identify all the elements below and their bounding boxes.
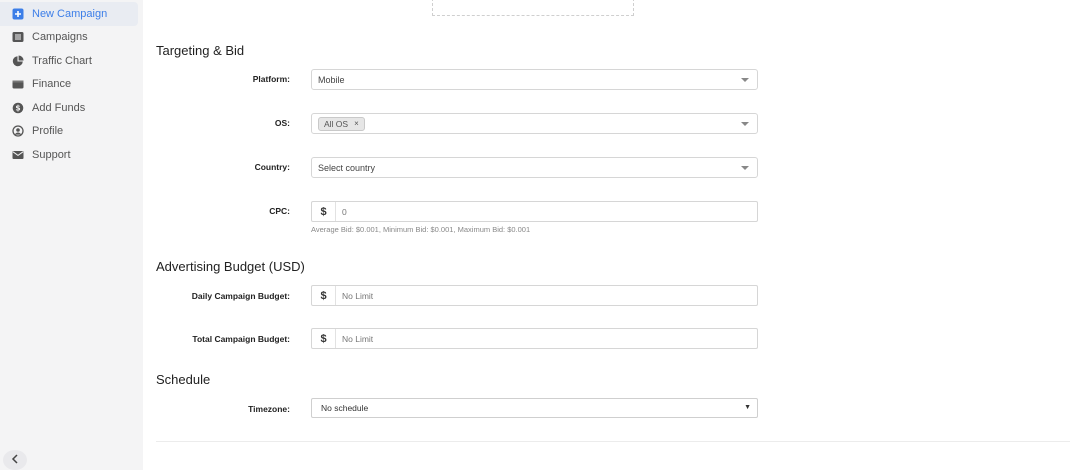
sidebar-item-label: New Campaign [32,7,108,20]
os-tag: All OS × [318,116,365,131]
sidebar-item-traffic-chart[interactable]: Traffic Chart [0,49,143,73]
svg-text:$: $ [15,103,20,112]
cpc-input[interactable]: 0 [336,207,347,217]
total-budget-label: Total Campaign Budget: [192,334,290,344]
chevron-down-icon [741,78,749,82]
section-title-schedule: Schedule [156,372,211,387]
sidebar-item-add-funds[interactable]: $ Add Funds [0,96,143,120]
timezone-value: No schedule [321,403,369,413]
cpc-label: CPC: [269,206,290,216]
chevron-down-icon [741,122,749,126]
cpc-input-group[interactable]: $ 0 [311,201,758,222]
country-placeholder: Select country [318,162,376,173]
cpc-help-text: Average Bid: $0.001, Minimum Bid: $0.001… [311,225,531,234]
dollar-icon: $ [312,202,336,221]
sidebar-item-label: Support [32,148,71,161]
creative-dropzone[interactable] [432,0,634,16]
sidebar-item-label: Campaigns [32,31,88,44]
form-divider [156,441,1070,442]
timezone-select[interactable]: No schedule ▼ [311,398,758,418]
section-title-targeting: Targeting & Bid [156,43,245,58]
sidebar-item-label: Add Funds [32,101,86,114]
platform-value: Mobile [318,74,345,85]
list-icon [12,31,24,43]
dollar-icon: $ [312,329,336,348]
os-multiselect[interactable]: All OS × [311,113,758,134]
caret-down-icon: ▼ [744,404,751,411]
chevron-down-icon [741,166,749,170]
envelope-icon [12,149,24,161]
timezone-label: Timezone: [248,404,290,414]
sidebar-item-label: Traffic Chart [32,54,92,67]
sidebar: New Campaign Campaigns Traffic Chart Fin… [0,0,143,470]
daily-budget-input-group[interactable]: $ No Limit [311,285,758,306]
total-budget-input[interactable]: No Limit [336,334,373,344]
sidebar-item-new-campaign[interactable]: New Campaign [0,2,138,26]
section-title-budget: Advertising Budget (USD) [156,259,305,274]
chevron-left-icon [11,451,19,469]
platform-select[interactable]: Mobile [311,69,758,90]
os-tag-label: All OS [324,118,349,129]
daily-budget-label: Daily Campaign Budget: [191,291,290,301]
plus-square-icon [12,8,24,20]
sidebar-collapse-button[interactable] [3,450,27,470]
sidebar-item-campaigns[interactable]: Campaigns [0,26,143,50]
pie-chart-icon [12,55,24,67]
platform-label: Platform: [252,74,290,84]
country-label: Country: [254,162,290,172]
dollar-icon: $ [312,286,336,305]
tag-remove-icon[interactable]: × [354,119,359,128]
money-icon: $ [12,102,24,114]
total-budget-input-group[interactable]: $ No Limit [311,328,758,349]
os-label: OS: [274,118,290,128]
daily-budget-input[interactable]: No Limit [336,291,373,301]
country-select[interactable]: Select country [311,157,758,178]
